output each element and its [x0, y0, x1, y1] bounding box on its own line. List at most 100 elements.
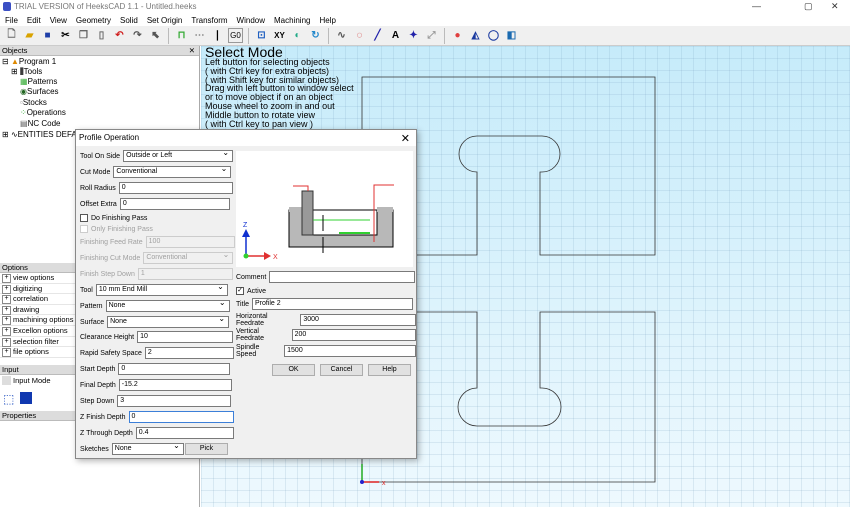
- active-checkbox[interactable]: ✓: [236, 287, 244, 295]
- vertical-feedrate-input[interactable]: 200: [291, 329, 416, 341]
- tree-item-program[interactable]: ⊟ ▲Program 1: [2, 57, 56, 66]
- tool-on-side-select[interactable]: Outside or Left: [123, 148, 234, 162]
- start-depth-label: Start Depth: [80, 365, 116, 373]
- cylinder-icon[interactable]: ◯: [486, 28, 501, 43]
- horizontal-feedrate-input[interactable]: 3000: [300, 314, 416, 326]
- pocket-op-icon[interactable]: ⋯: [192, 28, 207, 43]
- paste-icon[interactable]: ▯: [94, 28, 109, 43]
- undo-icon[interactable]: ↶: [112, 28, 127, 43]
- pattern-select[interactable]: None: [105, 298, 230, 312]
- offset-extra-input[interactable]: 0: [119, 198, 230, 210]
- tool-on-side-label: Tool On Side: [80, 152, 121, 160]
- dimension-icon[interactable]: ⤢: [424, 28, 439, 43]
- cut-mode-select[interactable]: Conventional: [113, 164, 232, 178]
- minimize-button[interactable]: —: [752, 1, 761, 11]
- ok-button[interactable]: OK: [272, 364, 315, 376]
- line-icon[interactable]: ╱: [370, 28, 385, 43]
- finishing-feed-input[interactable]: 100: [145, 236, 235, 248]
- spline-icon[interactable]: ∿: [334, 28, 349, 43]
- comment-input[interactable]: [269, 271, 416, 283]
- menu-set-origin[interactable]: Set Origin: [147, 16, 183, 25]
- tree-item-patterns[interactable]: ▦Patterns: [20, 77, 57, 86]
- cube-icon[interactable]: ◧: [504, 28, 519, 43]
- surface-select[interactable]: None: [107, 314, 230, 328]
- profile-operation-dialog: Profile Operation ✕ Tool On Side Outside …: [75, 129, 417, 459]
- pick-button[interactable]: Pick: [185, 443, 228, 455]
- rapid-safety-input[interactable]: 2: [144, 347, 234, 359]
- fit-view-icon[interactable]: ◐: [290, 28, 305, 43]
- clearance-height-input[interactable]: 10: [137, 331, 234, 343]
- final-depth-input[interactable]: -15.2: [118, 379, 232, 391]
- menu-geometry[interactable]: Geometry: [76, 16, 111, 25]
- circle-points-icon[interactable]: ◌: [352, 28, 367, 43]
- step-down-input[interactable]: 3: [117, 395, 232, 407]
- view-xy-button[interactable]: XY: [272, 28, 287, 43]
- toolbar-separator: [168, 27, 169, 44]
- tree-item-nc-code[interactable]: ▤NC Code: [20, 119, 60, 128]
- tree-item-surfaces[interactable]: ◉Surfaces: [20, 87, 59, 96]
- copy-icon[interactable]: ❐: [76, 28, 91, 43]
- select-arrow-icon[interactable]: ⬉: [148, 28, 163, 43]
- toolbar: 🗋 ▰ ■ ✂ ❐ ▯ ↶ ↷ ⬉ ⊓ ⋯ ❘ G0 ⊡ XY ◐ ↻ ∿ ◌ …: [0, 26, 850, 46]
- start-depth-input[interactable]: 0: [118, 363, 231, 375]
- profile-diagram: Z X: [236, 151, 413, 267]
- menu-view[interactable]: View: [50, 16, 67, 25]
- tree-item-operations[interactable]: ⁘Operations: [20, 108, 66, 117]
- point-icon[interactable]: ✦: [406, 28, 421, 43]
- new-file-icon[interactable]: 🗋: [4, 28, 19, 43]
- title-bar: TRIAL VERSION of HeeksCAD 1.1 - Untitled…: [0, 0, 850, 14]
- cone-icon[interactable]: ◭: [468, 28, 483, 43]
- menu-transform[interactable]: Transform: [191, 16, 227, 25]
- active-label: Active: [247, 287, 267, 295]
- finish-step-down-label: Finish Step Down: [80, 270, 135, 278]
- menu-edit[interactable]: Edit: [27, 16, 41, 25]
- cut-icon[interactable]: ✂: [58, 28, 73, 43]
- spindle-speed-input[interactable]: 1500: [284, 345, 416, 357]
- tree-item-entities[interactable]: ⊞ ∿ENTITIES DEFA: [2, 130, 77, 139]
- objects-title: Objects: [2, 46, 28, 55]
- do-finishing-label: Do Finishing Pass: [91, 214, 148, 222]
- menu-help[interactable]: Help: [319, 16, 335, 25]
- zoom-window-icon[interactable]: ⊡: [254, 28, 269, 43]
- select-tool-icon[interactable]: ⬚: [3, 392, 14, 406]
- app-icon: [3, 2, 11, 11]
- maximize-button[interactable]: ▢: [804, 1, 813, 12]
- diagram-x-label: X: [273, 254, 278, 261]
- sketches-select[interactable]: None: [111, 441, 184, 455]
- menu-solid[interactable]: Solid: [120, 16, 138, 25]
- help-button[interactable]: Help: [368, 364, 411, 376]
- drill-icon[interactable]: ❘: [210, 28, 225, 43]
- tree-item-stocks[interactable]: ▫Stocks: [20, 98, 47, 107]
- title-input[interactable]: Profile 2: [251, 298, 413, 310]
- profile-op-icon[interactable]: ⊓: [174, 28, 189, 43]
- menu-machining[interactable]: Machining: [274, 16, 310, 25]
- finish-step-down-input[interactable]: 1: [137, 268, 233, 280]
- comment-label: Comment: [236, 273, 267, 281]
- toolbar-separator: [444, 27, 445, 44]
- sphere-icon[interactable]: ●: [450, 28, 465, 43]
- close-icon[interactable]: ✕: [189, 46, 195, 56]
- finishing-cut-mode-select[interactable]: Conventional: [143, 250, 234, 264]
- z-through-depth-input[interactable]: 0.4: [135, 427, 234, 439]
- z-finish-depth-input[interactable]: 0: [128, 411, 234, 423]
- dialog-close-icon[interactable]: ✕: [401, 132, 410, 145]
- open-folder-icon[interactable]: ▰: [22, 28, 37, 43]
- save-icon[interactable]: ■: [40, 28, 55, 43]
- menu-window[interactable]: Window: [237, 16, 265, 25]
- vertical-feedrate-label: Vertical Feedrate: [236, 328, 265, 342]
- close-button[interactable]: ✕: [831, 1, 839, 12]
- cancel-button[interactable]: Cancel: [320, 364, 363, 376]
- tool-select[interactable]: 10 mm End Mill: [95, 282, 228, 296]
- do-finishing-checkbox[interactable]: [80, 214, 88, 222]
- rotate-view-icon[interactable]: ↻: [308, 28, 323, 43]
- roll-radius-input[interactable]: 0: [118, 182, 233, 194]
- g0-button[interactable]: G0: [228, 28, 243, 43]
- menu-file[interactable]: File: [5, 16, 18, 25]
- text-button[interactable]: A: [388, 28, 403, 43]
- window-select-icon[interactable]: [20, 392, 32, 404]
- spindle-speed-label: Spindle Speed: [236, 344, 260, 358]
- redo-icon[interactable]: ↷: [130, 28, 145, 43]
- only-finishing-checkbox[interactable]: [80, 225, 88, 233]
- title-label: Title: [236, 300, 249, 308]
- tree-item-tools[interactable]: ⊞ ⫼Tools: [11, 67, 42, 77]
